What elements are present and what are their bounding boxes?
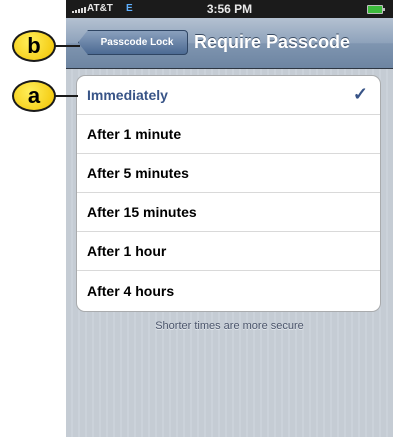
footer-note: Shorter times are more secure [155, 320, 304, 332]
battery-icon [367, 5, 385, 14]
callout-a-pointer [54, 95, 78, 97]
option-after-15-minutes[interactable]: After 15 minutes [77, 193, 380, 232]
option-after-5-minutes[interactable]: After 5 minutes [77, 154, 380, 193]
option-label: After 5 minutes [87, 165, 189, 181]
status-time: 3:56 PM [206, 2, 253, 16]
back-button-passcode-lock[interactable]: Passcode Lock [78, 30, 188, 55]
require-passcode-options: Immediately ✓ After 1 minute After 5 min… [76, 75, 381, 312]
option-after-1-hour[interactable]: After 1 hour [77, 232, 380, 271]
option-label: After 1 minute [87, 126, 182, 142]
callout-b-pointer [54, 45, 80, 47]
option-label: After 15 minutes [87, 204, 197, 220]
navigation-bar: Passcode Lock Require Passcode [66, 18, 393, 69]
callout-b-marker: b [12, 30, 56, 62]
status-bar: AT&T E 3:56 PM [66, 0, 393, 18]
phone-screen: AT&T E 3:56 PM Passcode Lock Require Pas… [66, 0, 393, 437]
option-label: After 1 hour [87, 243, 167, 259]
option-immediately[interactable]: Immediately ✓ [77, 76, 380, 115]
option-label: After 4 hours [87, 283, 175, 299]
page-title: Require Passcode [194, 32, 351, 52]
callout-a-marker: a [12, 80, 56, 112]
option-after-1-minute[interactable]: After 1 minute [77, 115, 380, 154]
checkmark-icon: ✓ [352, 84, 368, 104]
option-label: Immediately [87, 87, 168, 103]
option-after-4-hours[interactable]: After 4 hours [77, 271, 380, 311]
